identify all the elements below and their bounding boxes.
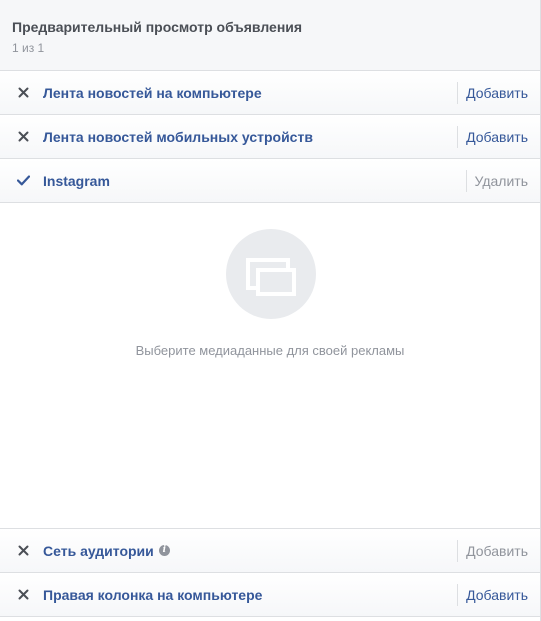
add-mobile-feed-button[interactable]: Добавить (457, 125, 528, 148)
placement-label: Instagram (43, 172, 110, 189)
preview-area: Выберите медиаданные для своей рекламы (0, 203, 540, 529)
preview-counter: 1 из 1 (12, 41, 45, 55)
add-right-column-button[interactable]: Добавить (457, 583, 528, 606)
placement-label-wrap: Сеть аудитории i (43, 543, 170, 559)
close-icon (16, 130, 30, 144)
placement-row-instagram: Instagram Удалить (0, 159, 540, 203)
placement-row-audience-network: Сеть аудитории i Добавить (0, 529, 540, 573)
ad-preview-panel: Предварительный просмотр объявления 1 из… (0, 0, 541, 621)
close-icon (16, 588, 30, 602)
preview-header: Предварительный просмотр объявления 1 из… (0, 0, 540, 71)
add-audience-network-button[interactable]: Добавить (457, 539, 528, 562)
close-icon (16, 86, 30, 100)
placement-label: Сеть аудитории (43, 542, 154, 559)
remove-instagram-button[interactable]: Удалить (465, 169, 528, 192)
close-icon (16, 544, 30, 558)
placement-label: Лента новостей на компьютере (43, 84, 262, 101)
placement-label: Лента новостей мобильных устройств (43, 128, 313, 145)
add-desktop-feed-button[interactable]: Добавить (457, 81, 528, 104)
placement-row-desktop-feed: Лента новостей на компьютере Добавить (0, 71, 540, 115)
select-media-message: Выберите медиаданные для своей рекламы (135, 343, 405, 358)
info-icon[interactable]: i (158, 545, 170, 556)
page-title: Предварительный просмотр объявления (12, 19, 303, 35)
placement-row-right-column: Правая колонка на компьютере Добавить (0, 573, 540, 617)
checkmark-icon (16, 174, 30, 188)
media-placeholder-icon[interactable] (226, 229, 316, 319)
placement-row-mobile-feed: Лента новостей мобильных устройств Добав… (0, 115, 540, 159)
placement-label: Правая колонка на компьютере (43, 586, 263, 603)
